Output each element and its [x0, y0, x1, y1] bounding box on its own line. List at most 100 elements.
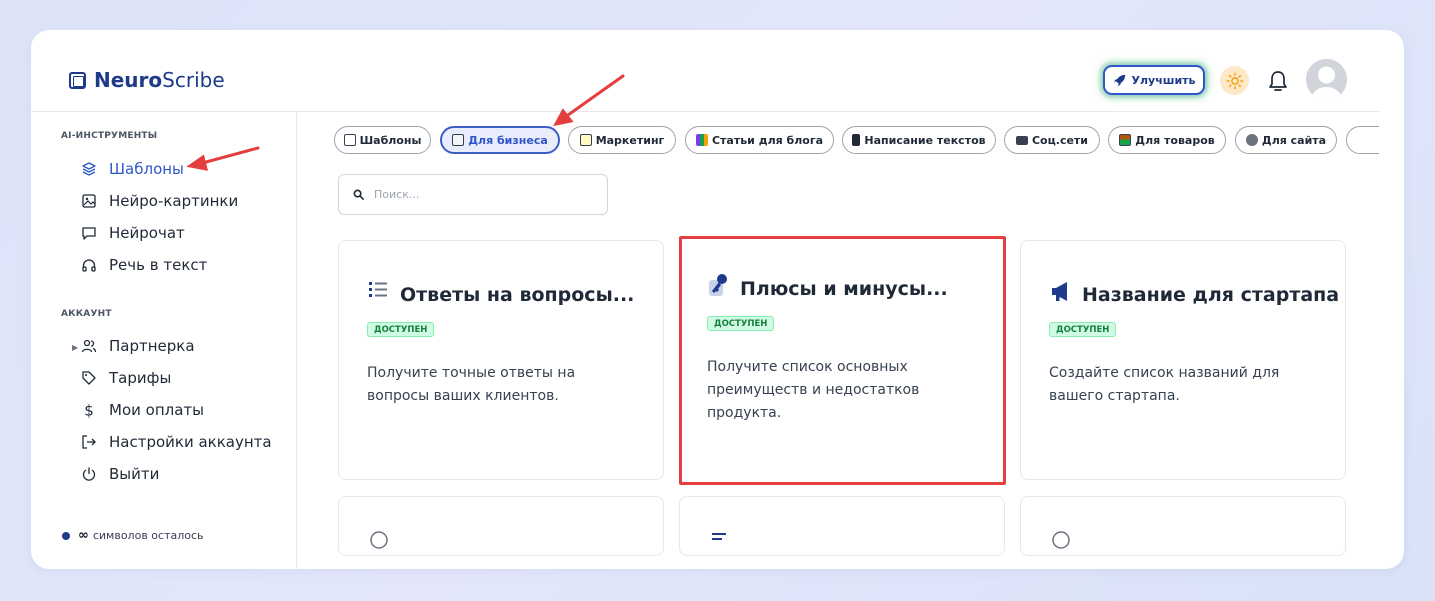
card-title: Название для стартапа [1082, 284, 1340, 306]
chars-label: символов осталось [92, 529, 204, 542]
template-card-partial[interactable] [338, 496, 664, 556]
card-description: Создайте список названий для вашего стар… [1049, 365, 1280, 404]
chip-products[interactable]: Для товаров [1108, 126, 1226, 154]
list-icon [712, 533, 726, 540]
search-input[interactable] [374, 188, 594, 201]
card-title: Плюсы и минусы... [740, 278, 948, 300]
users-icon [81, 339, 97, 353]
sidebar-item-label: Партнерка [109, 337, 195, 355]
chip-copywriting[interactable]: Написание текстов [842, 126, 996, 154]
theme-toggle-button[interactable] [1220, 66, 1249, 95]
status-dot [62, 531, 70, 540]
search-icon [353, 189, 364, 200]
chip-business[interactable]: Для бизнеса [440, 126, 560, 154]
logo-text-bold: Neuro [94, 68, 163, 92]
app-window: Neuro Scribe Улучшить AI-ИНСТРУМЕНТЫ Шаб… [31, 30, 1404, 569]
sidebar-item-speech-to-text[interactable]: Речь в текст [81, 254, 207, 276]
svg-text:$: $ [84, 402, 94, 418]
template-card-partial[interactable] [679, 496, 1005, 556]
sidebar-item-label: Шаблоны [109, 160, 184, 178]
checkbox-icon [343, 134, 356, 146]
logo-icon [69, 71, 86, 89]
section-title-tools: AI-ИНСТРУМЕНТЫ [61, 131, 158, 141]
status-badge: ДОСТУПЕН [707, 316, 775, 331]
template-card[interactable]: Название для стартапа ДОСТУПЕН Создайте … [1020, 240, 1346, 480]
template-card-highlighted[interactable]: Плюсы и минусы... ДОСТУПЕН Получите спис… [679, 236, 1006, 485]
chip-more[interactable] [1346, 126, 1379, 154]
sidebar-item-label: Выйти [109, 465, 160, 483]
logo[interactable]: Neuro Scribe [69, 68, 225, 92]
chip-label: Статьи для блога [711, 133, 824, 147]
cabinet-icon [1119, 134, 1132, 146]
clock-icon [1052, 531, 1070, 549]
tag-icon [82, 371, 96, 385]
chip-label: Для сайта [1261, 133, 1327, 147]
dollar-icon: $ [84, 402, 94, 418]
sidebar-item-tariffs[interactable]: Тарифы [81, 367, 171, 389]
sidebar-item-label: Нейрочат [109, 224, 185, 242]
sidebar-item-partner[interactable]: Партнерка [81, 335, 195, 357]
status-badge: ДОСТУПЕН [367, 322, 435, 337]
chip-label: Соц.сети [1031, 133, 1089, 147]
chip-website[interactable]: Для сайта [1235, 126, 1337, 154]
upgrade-label: Улучшить [1131, 73, 1196, 87]
status-badge: ДОСТУПЕН [1049, 322, 1117, 337]
key-icon [709, 274, 727, 296]
template-card[interactable]: Ответы на вопросы... ДОСТУПЕН Получите т… [338, 240, 664, 480]
sidebar-item-neuro-images[interactable]: Нейро-картинки [81, 190, 238, 212]
sidebar-item-payments[interactable]: $ Мои оплаты [81, 399, 204, 421]
card-title: Ответы на вопросы... [400, 284, 635, 306]
power-icon [82, 467, 96, 481]
section-title-account: АККАУНТ [61, 309, 112, 319]
chip-label: Для товаров [1135, 133, 1215, 147]
rocket-icon [1113, 74, 1125, 86]
phone-icon [852, 134, 861, 146]
sidebar-item-label: Мои оплаты [109, 401, 204, 419]
expand-caret-icon[interactable]: ▶ [72, 343, 78, 352]
chip-label: Маркетинг [595, 133, 665, 147]
logo-text-rest: Scribe [162, 68, 225, 92]
user-silhouette-icon [1306, 59, 1347, 100]
chip-label: Для бизнеса [468, 133, 548, 147]
image-icon [82, 194, 96, 208]
list-icon [369, 282, 387, 297]
sidebar-item-neurochat[interactable]: Нейрочат [81, 222, 185, 244]
chip-social[interactable]: Соц.сети [1004, 126, 1100, 154]
card-description: Получите список основных преимуществ и н… [707, 359, 920, 421]
sidebar-item-label: Нейро-картинки [109, 192, 239, 210]
chars-count: ∞ [78, 528, 89, 543]
login-icon [82, 435, 96, 449]
books-icon [695, 134, 708, 146]
headphones-icon [82, 259, 96, 272]
chip-templates[interactable]: Шаблоны [334, 126, 431, 154]
sun-icon [1226, 72, 1243, 89]
sidebar-item-label: Настройки аккаунта [109, 433, 272, 451]
sidebar-item-logout[interactable]: Выйти [81, 463, 159, 485]
chip-label: Шаблоны [359, 133, 422, 147]
sidebar-item-account-settings[interactable]: Настройки аккаунта [81, 431, 272, 453]
top-header: Neuro Scribe Улучшить [31, 30, 1379, 112]
clock-icon [370, 531, 388, 549]
avatar[interactable] [1306, 59, 1347, 100]
chat-icon [82, 227, 96, 240]
sidebar-item-label: Тарифы [109, 369, 172, 387]
ledger-icon [452, 134, 465, 146]
bell-icon[interactable] [1267, 69, 1289, 93]
chip-blog-articles[interactable]: Статьи для блога [685, 126, 834, 154]
card-description: Получите точные ответы на вопросы ваших … [367, 365, 576, 404]
template-card-partial[interactable] [1020, 496, 1346, 556]
sidebar-item-label: Речь в текст [109, 256, 208, 274]
robot-icon [1245, 134, 1258, 146]
category-chips: Шаблоны Для бизнеса Маркетинг Статьи для… [334, 126, 1379, 156]
upgrade-button[interactable]: Улучшить [1103, 65, 1205, 95]
layers-icon [82, 162, 96, 176]
chip-label: Написание текстов [864, 133, 986, 147]
laptop-icon [1015, 135, 1028, 145]
search-box [338, 174, 608, 215]
chip-marketing[interactable]: Маркетинг [568, 126, 676, 154]
sidebar-item-templates[interactable]: Шаблоны [81, 158, 184, 180]
memo-icon [579, 134, 592, 146]
chars-remaining: ∞ символов осталось [62, 528, 204, 543]
megaphone-icon [1052, 282, 1067, 301]
sidebar: AI-ИНСТРУМЕНТЫ Шаблоны Нейро-картинки Не… [31, 113, 297, 569]
